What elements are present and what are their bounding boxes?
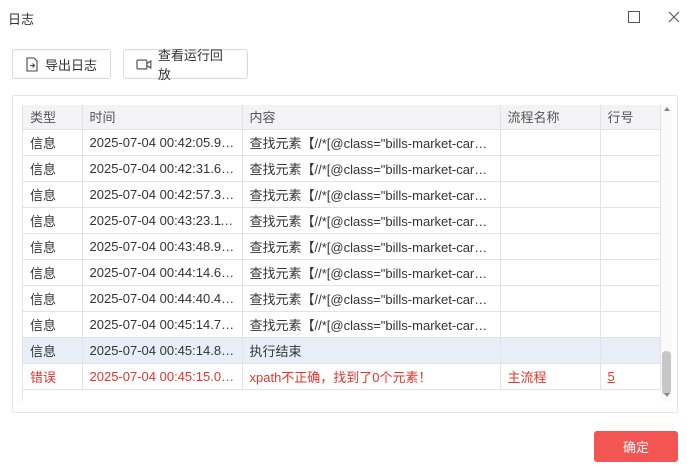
table-row[interactable]: 信息 2025-07-04 00:42:31.631 查找元素【//*[@cla… <box>23 155 661 182</box>
line-number-link[interactable]: 5 <box>608 369 615 384</box>
cell-content: 查找元素【//*[@class="bills-market-card"... <box>242 129 501 156</box>
cell-content: 查找元素【//*[@class="bills-market-card"... <box>242 233 501 260</box>
cell-line-number: 5 <box>600 363 661 390</box>
table-row[interactable]: 信息 2025-07-04 00:43:23.112 查找元素【//*[@cla… <box>23 207 661 234</box>
log-table: 类型 时间 内容 流程名称 行号 信息 2025-07-04 00:42:05.… <box>23 105 661 390</box>
cell-flow-name <box>500 233 601 260</box>
cell-type: 信息 <box>23 207 83 234</box>
table-row[interactable]: 信息 2025-07-04 00:44:14.652 查找元素【//*[@cla… <box>23 259 661 286</box>
title-bar: 日志 <box>0 0 687 34</box>
cell-line-number <box>600 259 661 286</box>
column-header-content[interactable]: 内容 <box>242 105 501 130</box>
cell-time: 2025-07-04 00:45:15.023 <box>82 363 243 390</box>
cell-flow-name <box>500 207 601 234</box>
cell-line-number <box>600 233 661 260</box>
cell-time: 2025-07-04 00:45:14.745 <box>82 311 243 338</box>
vertical-scrollbar[interactable] <box>661 105 672 401</box>
cell-flow-name <box>500 259 601 286</box>
view-replay-label: 查看运行回放 <box>157 48 223 82</box>
table-row-selected[interactable]: 信息 2025-07-04 00:45:14.831 执行结束 <box>23 337 661 364</box>
cell-type: 信息 <box>23 233 83 260</box>
column-header-flow-name[interactable]: 流程名称 <box>500 105 601 130</box>
cell-time: 2025-07-04 00:42:57.394 <box>82 181 243 208</box>
scroll-down-arrow-icon[interactable] <box>664 393 670 397</box>
cell-time: 2025-07-04 00:44:14.652 <box>82 259 243 286</box>
cell-type: 信息 <box>23 155 83 182</box>
cell-flow-name <box>500 337 601 364</box>
window-title: 日志 <box>8 12 35 27</box>
close-icon <box>668 11 680 23</box>
column-header-line-number[interactable]: 行号 <box>600 105 661 130</box>
table-row[interactable]: 信息 2025-07-04 00:43:48.934 查找元素【//*[@cla… <box>23 233 661 260</box>
maximize-icon <box>628 11 640 23</box>
cell-time: 2025-07-04 00:45:14.831 <box>82 337 243 364</box>
cell-content: 查找元素【//*[@class="bills-market-card"... <box>242 259 501 286</box>
cell-time: 2025-07-04 00:42:31.631 <box>82 155 243 182</box>
column-header-type[interactable]: 类型 <box>23 105 83 130</box>
table-row[interactable]: 信息 2025-07-04 00:45:14.745 查找元素【//*[@cla… <box>23 311 661 338</box>
cell-type: 信息 <box>23 311 83 338</box>
cell-time: 2025-07-04 00:43:48.934 <box>82 233 243 260</box>
table-header-row: 类型 时间 内容 流程名称 行号 <box>23 105 661 130</box>
cell-content: 查找元素【//*[@class="bills-market-card"... <box>242 311 501 338</box>
table-row[interactable]: 信息 2025-07-04 00:42:57.394 查找元素【//*[@cla… <box>23 181 661 208</box>
cell-time: 2025-07-04 00:42:05.913 <box>82 129 243 156</box>
cell-content: 查找元素【//*[@class="bills-market-card"... <box>242 181 501 208</box>
view-replay-button[interactable]: 查看运行回放 <box>123 48 248 82</box>
cell-flow-name: 主流程 <box>500 363 601 390</box>
cell-flow-name <box>500 155 601 182</box>
cell-line-number <box>600 337 661 364</box>
close-button[interactable] <box>663 6 685 28</box>
table-row-error[interactable]: 错误 2025-07-04 00:45:15.023 xpath不正确，找到了0… <box>23 363 661 390</box>
cell-flow-name <box>500 129 601 156</box>
cell-line-number <box>600 155 661 182</box>
cell-type: 信息 <box>23 259 83 286</box>
cell-flow-name <box>500 181 601 208</box>
maximize-button[interactable] <box>623 6 645 28</box>
cell-line-number <box>600 311 661 338</box>
cell-type: 信息 <box>23 181 83 208</box>
column-header-time[interactable]: 时间 <box>82 105 243 130</box>
file-export-icon <box>26 56 38 72</box>
cell-content: xpath不正确，找到了0个元素！ <box>242 363 501 390</box>
video-camera-icon <box>136 59 152 69</box>
cell-flow-name <box>500 285 601 312</box>
table-row[interactable]: 信息 2025-07-04 00:42:05.913 查找元素【//*[@cla… <box>23 129 661 156</box>
cell-line-number <box>600 207 661 234</box>
export-log-label: 导出日志 <box>45 57 98 73</box>
cell-time: 2025-07-04 00:44:40.407 <box>82 285 243 312</box>
cell-line-number <box>600 129 661 156</box>
cell-type: 错误 <box>23 363 83 390</box>
log-table-scroll-area[interactable]: 类型 时间 内容 流程名称 行号 信息 2025-07-04 00:42:05.… <box>22 105 671 401</box>
log-table-panel: 类型 时间 内容 流程名称 行号 信息 2025-07-04 00:42:05.… <box>12 95 678 413</box>
cell-type: 信息 <box>23 337 83 364</box>
cell-type: 信息 <box>23 285 83 312</box>
cell-content: 查找元素【//*[@class="bills-market-card"... <box>242 207 501 234</box>
confirm-button[interactable]: 确定 <box>594 431 678 462</box>
cell-line-number <box>600 285 661 312</box>
cell-content: 查找元素【//*[@class="bills-market-card"... <box>242 155 501 182</box>
cell-content: 查找元素【//*[@class="bills-market-card"... <box>242 285 501 312</box>
cell-time: 2025-07-04 00:43:23.112 <box>82 207 243 234</box>
export-log-button[interactable]: 导出日志 <box>12 49 111 79</box>
cell-content: 执行结束 <box>242 337 501 364</box>
cell-flow-name <box>500 311 601 338</box>
scrollbar-thumb[interactable] <box>662 351 671 395</box>
scroll-up-arrow-icon[interactable] <box>664 107 670 111</box>
table-row[interactable]: 信息 2025-07-04 00:44:40.407 查找元素【//*[@cla… <box>23 285 661 312</box>
cell-type: 信息 <box>23 129 83 156</box>
cell-line-number <box>600 181 661 208</box>
